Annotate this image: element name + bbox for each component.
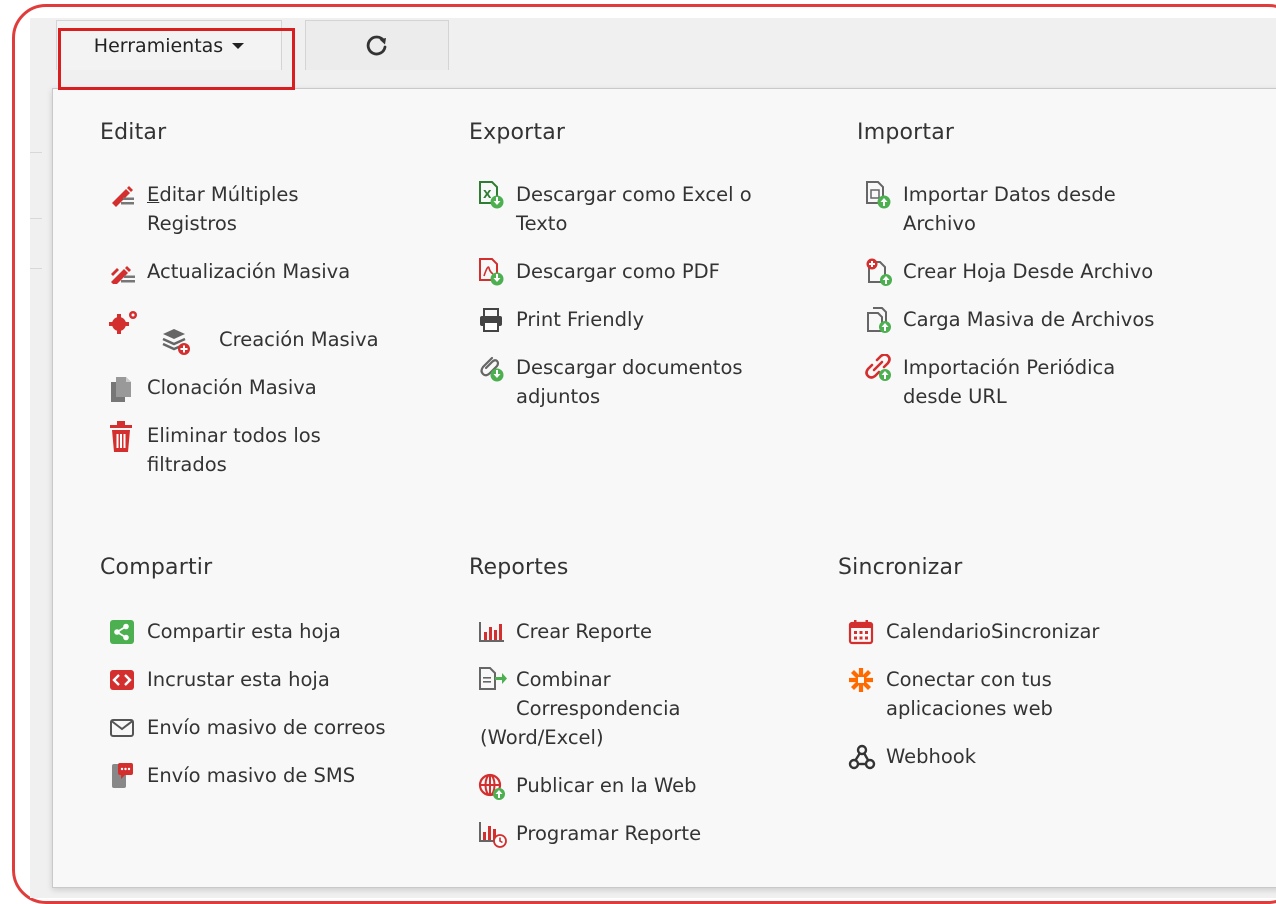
- descargar-pdf-label: Descargar como PDF: [516, 260, 720, 283]
- zapier-asterisk-icon: [848, 665, 886, 694]
- crear-reporte-label: Crear Reporte: [516, 620, 653, 643]
- editar-multiples-registros[interactable]: Editar Múltiples Registros: [109, 180, 299, 238]
- refresh-button[interactable]: [305, 20, 449, 70]
- actualizacion-masiva-label: Actualización Masiva: [147, 260, 351, 283]
- descargar-excel-texto[interactable]: X Descargar como Excel o Texto: [478, 180, 752, 238]
- combinar-line-3: (Word/Excel): [480, 723, 604, 752]
- trash-icon: [109, 420, 147, 452]
- crear-hoja-label: Crear Hoja Desde Archivo: [903, 260, 1154, 283]
- descargar-documentos-label: Descargar documentos adjuntos: [516, 356, 743, 408]
- layers-add-icon: [161, 326, 191, 356]
- actualizacion-masiva[interactable]: Actualización Masiva: [109, 257, 350, 286]
- carga-masiva-label: Carga Masiva de Archivos: [903, 308, 1155, 331]
- paperclip-download-icon: [478, 353, 516, 382]
- new-sheet-upload-icon: [865, 257, 903, 286]
- section-title-exportar: Exportar: [469, 120, 566, 145]
- section-title-compartir: Compartir: [100, 555, 213, 580]
- compartir-esta-hoja[interactable]: Compartir esta hoja: [109, 617, 341, 646]
- combinar-line-2: Correspondencia: [516, 694, 680, 723]
- sms-phone-icon: [109, 761, 147, 790]
- clonacion-masiva-label: Clonación Masiva: [147, 376, 317, 399]
- importacion-periodica-url[interactable]: Importación Periódica desde URL: [865, 353, 1115, 411]
- file-upload-icon: [865, 180, 903, 209]
- conectar-aplicaciones-web[interactable]: Conectar con tus aplicaciones web: [848, 665, 1053, 723]
- print-friendly-label: Print Friendly: [516, 308, 644, 331]
- embed-code-icon: [109, 665, 147, 694]
- divider: [30, 268, 42, 269]
- conectar-label: Conectar con tus aplicaciones web: [886, 668, 1053, 720]
- bar-chart-icon: [478, 617, 516, 646]
- editar-multiples-label: Editar Múltiples Registros: [147, 180, 299, 238]
- excel-download-icon: X: [478, 180, 516, 209]
- highlight-box: [58, 28, 295, 90]
- herramientas-dropdown-menu: Editar Editar Múltiples Registros Actual…: [52, 88, 1276, 888]
- envio-masivo-correos[interactable]: Envío masivo de correos: [109, 713, 386, 742]
- webhook[interactable]: Webhook: [848, 742, 976, 771]
- section-title-editar: Editar: [100, 120, 167, 145]
- globe-upload-icon: [478, 771, 516, 800]
- descargar-pdf[interactable]: Descargar como PDF: [478, 257, 720, 286]
- files-upload-icon: [865, 305, 903, 334]
- label-rest: ditar Múltiples Registros: [147, 183, 299, 235]
- publicar-label: Publicar en la Web: [516, 774, 697, 797]
- eliminar-label: Eliminar todos los filtrados: [147, 424, 321, 476]
- word-excel-label: (Word/Excel): [480, 726, 604, 749]
- section-title-reportes: Reportes: [469, 555, 569, 580]
- envio-correos-label: Envío masivo de correos: [147, 716, 386, 739]
- mail-merge-icon: [478, 665, 516, 694]
- programar-reporte[interactable]: Programar Reporte: [478, 819, 701, 848]
- importacion-periodica-label: Importación Periódica desde URL: [903, 356, 1116, 408]
- publicar-en-la-web[interactable]: Publicar en la Web: [478, 771, 697, 800]
- webhook-label: Webhook: [886, 745, 977, 768]
- edit-multiple-icon: [109, 257, 147, 286]
- combinar-label: Combinar: [516, 668, 611, 691]
- importar-datos-label: Importar Datos desde Archivo: [903, 183, 1116, 235]
- accesskey-letter: E: [147, 183, 160, 206]
- svg-text:X: X: [483, 188, 492, 201]
- webhook-icon: [848, 742, 886, 771]
- section-title-sincronizar: Sincronizar: [838, 555, 963, 580]
- print-friendly[interactable]: Print Friendly: [478, 305, 644, 334]
- descargar-excel-label: Descargar como Excel o Texto: [516, 183, 752, 235]
- creacion-masiva-label: Creación Masiva: [219, 328, 379, 351]
- programar-label: Programar Reporte: [516, 822, 702, 845]
- envio-masivo-sms[interactable]: Envío masivo de SMS: [109, 761, 355, 790]
- printer-icon: [478, 305, 516, 334]
- clone-icon: [109, 373, 147, 402]
- crear-hoja-archivo[interactable]: Crear Hoja Desde Archivo: [865, 257, 1153, 286]
- section-title-importar: Importar: [857, 120, 955, 145]
- envio-sms-label: Envío masivo de SMS: [147, 764, 356, 787]
- clonacion-masiva[interactable]: Clonación Masiva: [109, 373, 317, 402]
- importar-datos-archivo[interactable]: Importar Datos desde Archivo: [865, 180, 1116, 238]
- link-upload-icon: [865, 353, 903, 382]
- carga-masiva-archivos[interactable]: Carga Masiva de Archivos: [865, 305, 1154, 334]
- edit-pencil-icon: [109, 180, 147, 209]
- divider: [30, 152, 42, 153]
- crear-reporte[interactable]: Crear Reporte: [478, 617, 652, 646]
- envelope-icon: [109, 713, 147, 742]
- refresh-icon: [366, 35, 387, 55]
- calendar-icon: [848, 617, 886, 646]
- incrustar-label: Incrustar esta hoja: [147, 668, 330, 691]
- share-icon: [109, 617, 147, 646]
- pdf-download-icon: [478, 257, 516, 286]
- combinar-correspondencia[interactable]: Combinar: [478, 665, 611, 694]
- calendario-sincronizar[interactable]: CalendarioSincronizar: [848, 617, 1099, 646]
- eliminar-todos-filtrados[interactable]: Eliminar todos los filtrados: [109, 420, 321, 479]
- descargar-documentos-adjuntos[interactable]: Descargar documentos adjuntos: [478, 353, 743, 411]
- correspondencia-label: Correspondencia: [516, 697, 681, 720]
- gears-icon: [109, 308, 143, 338]
- divider: [30, 218, 42, 219]
- chart-clock-icon: [478, 819, 516, 848]
- calendario-label: CalendarioSincronizar: [886, 620, 1100, 643]
- incrustar-esta-hoja[interactable]: Incrustar esta hoja: [109, 665, 330, 694]
- compartir-label: Compartir esta hoja: [147, 620, 341, 643]
